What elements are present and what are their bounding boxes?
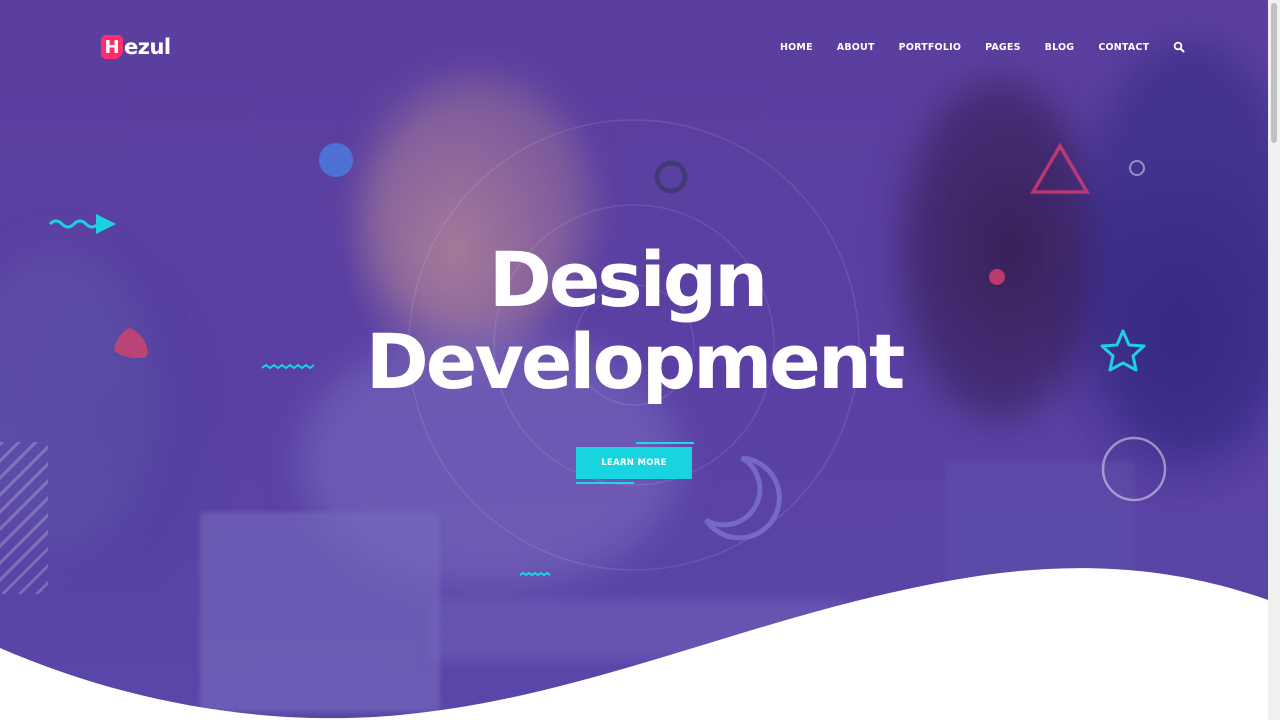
hero-title-line1: Design (488, 235, 768, 324)
logo-text: ezul (124, 35, 171, 59)
blue-dot-decoration (319, 143, 353, 177)
nav-blog[interactable]: BLOG (1045, 42, 1075, 53)
scrollbar[interactable] (1268, 0, 1280, 720)
wave-divider (0, 568, 1268, 720)
triangle-decoration (1029, 142, 1091, 194)
arrow-head-decoration (96, 214, 116, 234)
ring-outline-decoration (1101, 436, 1167, 502)
cta-line-decoration (636, 442, 694, 444)
logo[interactable]: H ezul (101, 33, 171, 61)
hero-title: Design Development (0, 236, 1268, 400)
nav-contact[interactable]: CONTACT (1098, 42, 1149, 53)
crescent-decoration (703, 455, 782, 541)
nav-about[interactable]: ABOUT (837, 42, 875, 53)
nav-home[interactable]: HOME (780, 42, 813, 53)
main-nav: HOME ABOUT PORTFOLIO PAGES BLOG CONTACT (780, 40, 1187, 54)
squiggle-arrow-decoration (48, 219, 100, 229)
hero-section: H ezul HOME ABOUT PORTFOLIO PAGES BLOG C… (0, 0, 1268, 720)
nav-portfolio[interactable]: PORTFOLIO (899, 42, 961, 53)
scrollbar-thumb[interactable] (1271, 3, 1277, 143)
hero-title-line2: Development (365, 317, 906, 406)
zigzag-small-decoration (519, 571, 551, 577)
cta-line-decoration-bottom (576, 482, 634, 484)
logo-mark: H (101, 35, 123, 59)
learn-more-button[interactable]: LEARN MORE (576, 447, 692, 479)
cta-wrapper: LEARN MORE (576, 442, 694, 484)
search-icon[interactable] (1173, 40, 1187, 54)
nav-pages[interactable]: PAGES (985, 42, 1021, 53)
ring-tiny-decoration (1129, 160, 1145, 176)
ring-dark-decoration (654, 160, 688, 194)
